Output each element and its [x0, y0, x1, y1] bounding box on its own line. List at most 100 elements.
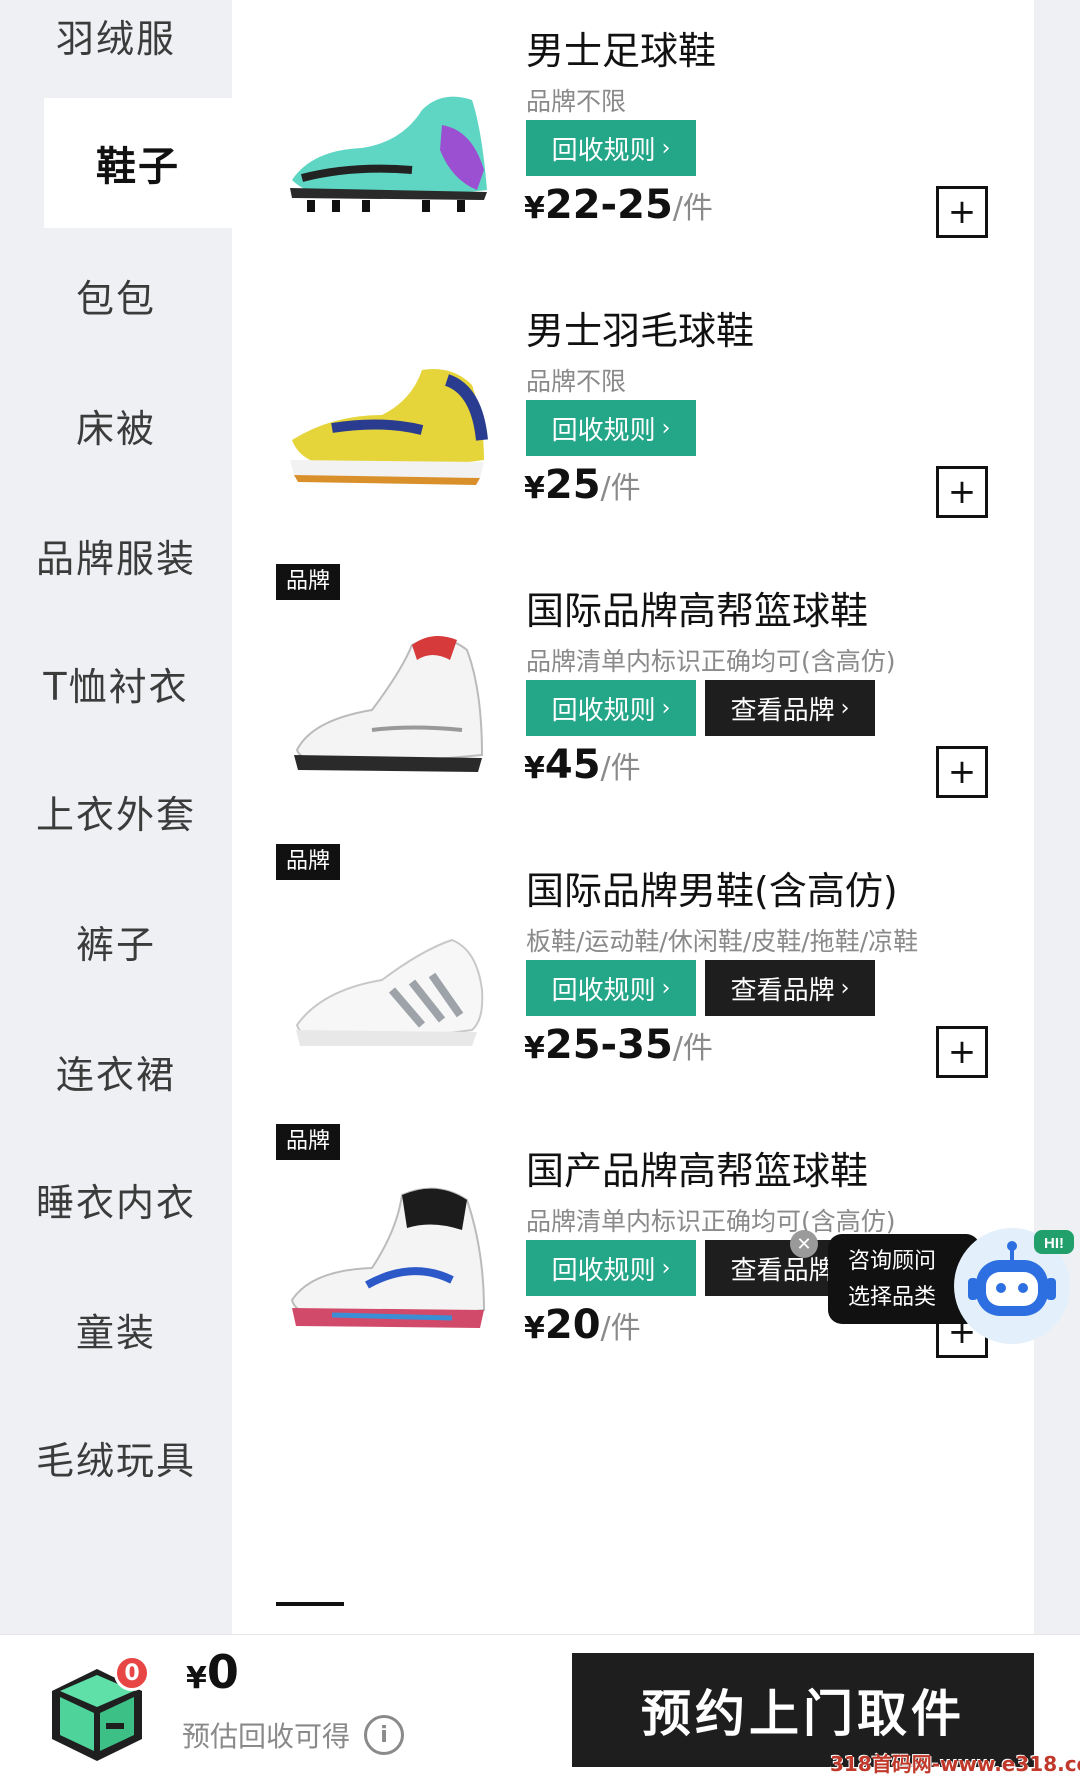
sidebar-item-dresses[interactable]: 连衣裙 — [0, 1006, 232, 1136]
recycle-rules-button[interactable]: 回收规则 › — [526, 960, 696, 1016]
sidebar-item-brand-clothing[interactable]: 品牌服装 — [0, 490, 232, 620]
product-subtitle: 品牌清单内标识正确均可(含高仿) — [526, 1207, 896, 1236]
price-unit: /件 — [600, 751, 641, 786]
sidebar-item-bedding[interactable]: 床被 — [0, 360, 232, 490]
product-list: 男士足球鞋 品牌不限 回收规则 › ¥22-25/件 + 男士羽毛球鞋 品牌不限 … — [232, 0, 1034, 1634]
currency-symbol: ¥ — [524, 191, 545, 226]
plus-icon: + — [947, 192, 977, 232]
button-label: 查看品牌 — [730, 695, 835, 726]
plus-icon: + — [947, 472, 977, 512]
info-icon[interactable]: i — [364, 1715, 405, 1755]
price-unit: /件 — [600, 1311, 641, 1346]
add-button[interactable]: + — [936, 186, 988, 238]
product-price: ¥22-25/件 — [524, 182, 713, 228]
sidebar-item-label: 童装 — [75, 1310, 156, 1355]
sidebar-item-sleepwear[interactable]: 睡衣内衣 — [0, 1134, 232, 1264]
currency-symbol: ¥ — [524, 1311, 545, 1346]
price-value: 45 — [544, 742, 601, 788]
view-brands-button[interactable]: 查看品牌› — [705, 680, 875, 736]
currency-symbol: ¥ — [524, 1031, 545, 1066]
button-label: 查看品牌 — [730, 1255, 835, 1286]
add-button[interactable]: + — [936, 466, 988, 518]
recycle-rules-button[interactable]: 回收规则 › — [526, 120, 696, 176]
soccer-shoe-image — [290, 96, 487, 212]
price-value: 20 — [544, 1302, 601, 1348]
currency-symbol: ¥ — [524, 471, 545, 506]
product-card: 品牌 国际品牌高帮篮球鞋 品牌清单内标识正确均可(含高仿) 回收规则 › 查看品牌… — [232, 560, 1034, 878]
total-value: 0 — [206, 1645, 239, 1699]
sidebar-item-down-jacket[interactable]: 羽绒服 — [0, 0, 232, 100]
sneaker-image — [295, 938, 484, 1046]
button-label: 回收规则 — [551, 135, 656, 166]
sidebar-item-plush-toys[interactable]: 毛绒玩具 — [0, 1392, 232, 1522]
sidebar-item-kidswear[interactable]: 童装 — [0, 1264, 232, 1394]
sidebar-item-label: T恤衬衣 — [43, 664, 189, 709]
product-price: ¥25/件 — [524, 462, 641, 508]
product-subtitle: 品牌不限 — [526, 367, 627, 396]
sidebar-item-label: 裤子 — [75, 922, 156, 967]
close-advisor-icon[interactable]: ✕ — [790, 1230, 818, 1258]
sidebar-item-label: 床被 — [75, 406, 156, 451]
sidebar-item-label: 品牌服装 — [35, 536, 196, 581]
button-label: 回收规则 — [551, 415, 656, 446]
add-button[interactable]: + — [936, 1026, 988, 1078]
product-price: ¥25-35/件 — [524, 1022, 713, 1068]
chevron-right-icon: › — [840, 695, 850, 721]
product-subtitle: 品牌不限 — [526, 87, 627, 116]
next-item-tag-edge — [276, 1602, 344, 1606]
cart-count-badge: 0 — [114, 1655, 150, 1691]
recycle-rules-button[interactable]: 回收规则 › — [526, 680, 696, 736]
price-unit: /件 — [600, 471, 641, 506]
product-subtitle: 板鞋/运动鞋/休闲鞋/皮鞋/拖鞋/凉鞋 — [526, 927, 919, 956]
product-card: 男士足球鞋 品牌不限 回收规则 › ¥22-25/件 + — [232, 0, 1034, 318]
sidebar-item-label: 上衣外套 — [35, 792, 196, 837]
add-button[interactable]: + — [936, 746, 988, 798]
plus-icon: + — [947, 752, 977, 792]
button-label: 回收规则 — [551, 1255, 656, 1286]
sidebar-item-label: 鞋子 — [96, 144, 180, 190]
price-value: 25 — [544, 462, 601, 508]
sidebar-item-label: 包包 — [75, 276, 156, 321]
chevron-right-icon: › — [840, 975, 850, 1001]
robot-assistant-icon[interactable]: HI! — [954, 1220, 1080, 1346]
price-unit: /件 — [672, 1031, 713, 1066]
highcut-shoe-image — [290, 1187, 486, 1328]
price-unit: /件 — [672, 191, 713, 226]
plus-icon: + — [947, 1032, 977, 1072]
estimate-label: 预估回收可得 — [182, 1720, 351, 1753]
chevron-right-icon: › — [661, 975, 671, 1001]
robot-hi-label: HI! — [1044, 1235, 1064, 1252]
button-label: 查看品牌 — [730, 975, 835, 1006]
basketball-shoe-image — [294, 636, 484, 772]
watermark: 318首码网-www.e318.com — [830, 1752, 1080, 1776]
total-amount: ¥0 — [186, 1645, 239, 1699]
sidebar-item-label: 睡衣内衣 — [35, 1180, 196, 1225]
currency-symbol: ¥ — [186, 1661, 207, 1696]
sidebar-item-bags[interactable]: 包包 — [0, 230, 232, 360]
chevron-right-icon: › — [661, 135, 671, 161]
chevron-right-icon: › — [661, 695, 671, 721]
product-title: 男士羽毛球鞋 — [526, 309, 755, 353]
view-brands-button[interactable]: 查看品牌› — [705, 960, 875, 1016]
button-label: 回收规则 — [551, 695, 656, 726]
chevron-right-icon: › — [661, 415, 671, 441]
sidebar-item-pants[interactable]: 裤子 — [0, 876, 232, 1006]
product-card: 品牌 国际品牌男鞋(含高仿) 板鞋/运动鞋/休闲鞋/皮鞋/拖鞋/凉鞋 回收规则 ›… — [232, 840, 1034, 1158]
sidebar-item-tshirts[interactable]: T恤衬衣 — [0, 618, 232, 748]
recycle-rules-button[interactable]: 回收规则 › — [526, 400, 696, 456]
estimate-label-row: 预估回收可得 i — [182, 1715, 405, 1755]
badminton-shoe-image — [290, 369, 488, 485]
recycle-rules-button[interactable]: 回收规则 › — [526, 1240, 696, 1296]
product-title: 男士足球鞋 — [526, 29, 717, 73]
product-price: ¥45/件 — [524, 742, 641, 788]
product-title: 国际品牌高帮篮球鞋 — [526, 589, 869, 633]
sidebar-item-label: 连衣裙 — [55, 1052, 176, 1097]
category-sidebar: 羽绒服 鞋子 包包 床被 品牌服装 T恤衬衣 上衣外套 裤子 连衣裙 睡衣内衣 … — [0, 0, 232, 1634]
product-card: 男士羽毛球鞋 品牌不限 回收规则 › ¥25/件 + — [232, 280, 1034, 598]
sidebar-item-shoes[interactable]: 鞋子 — [44, 98, 232, 228]
product-title: 国际品牌男鞋(含高仿) — [526, 869, 898, 913]
chevron-right-icon: › — [661, 1255, 671, 1281]
sidebar-item-jackets[interactable]: 上衣外套 — [0, 746, 232, 876]
product-title: 国产品牌高帮篮球鞋 — [526, 1149, 869, 1193]
price-value: 25-35 — [544, 1022, 673, 1068]
